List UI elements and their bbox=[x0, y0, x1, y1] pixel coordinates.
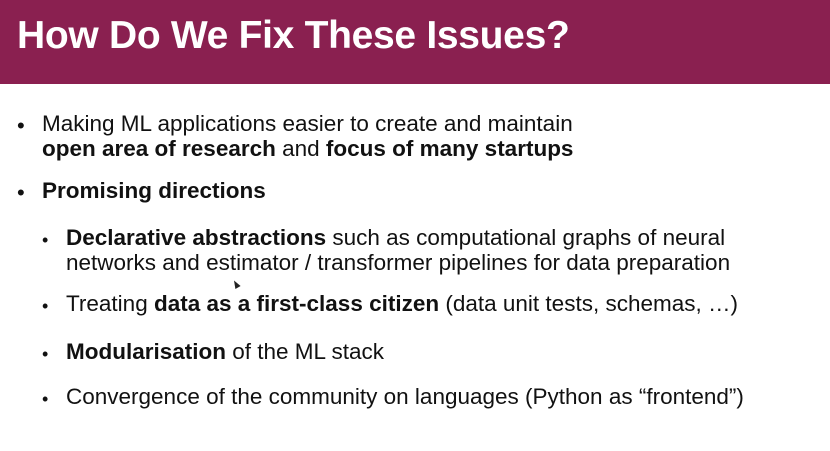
bullet-icon: • bbox=[17, 113, 25, 138]
bold-data-citizen: data as a first-class citizen bbox=[153, 291, 440, 316]
slide-title: How Do We Fix These Issues? bbox=[17, 14, 570, 57]
bullet-icon: • bbox=[17, 180, 25, 205]
sub-declarative: Declarative abstractions such as computa… bbox=[66, 225, 725, 251]
bold-open-area: open area of research bbox=[42, 136, 276, 161]
data-citizen-pre: Treating bbox=[66, 291, 154, 316]
modularisation-rest: of the ML stack bbox=[226, 339, 384, 364]
sub-bullet-icon: • bbox=[42, 230, 49, 250]
point-making-ml-line1: Making ML applications easier to create … bbox=[42, 111, 573, 136]
point-making-ml-line2: open area of research and focus of many … bbox=[42, 136, 573, 162]
sub-bullet-icon: • bbox=[42, 344, 49, 364]
conjunction-text: and bbox=[275, 136, 326, 161]
declarative-rest: such as computational graphs of neural bbox=[326, 225, 726, 250]
bold-modularisation: Modularisation bbox=[66, 339, 227, 364]
bold-focus-startups: focus of many startups bbox=[325, 136, 574, 161]
sub-data-citizen: Treating data as a first-class citizen (… bbox=[66, 291, 738, 317]
sub-bullet-icon: • bbox=[42, 389, 49, 409]
convergence-text: Convergence of the community on language… bbox=[66, 384, 744, 409]
declarative-line2-text: networks and estimator / transformer pip… bbox=[66, 250, 731, 275]
promising-directions-label: Promising directions bbox=[42, 178, 266, 203]
sub-convergence: Convergence of the community on language… bbox=[66, 384, 744, 410]
mouse-cursor-icon bbox=[231, 279, 241, 289]
sub-modularisation: Modularisation of the ML stack bbox=[66, 339, 384, 365]
sub-bullet-icon: • bbox=[42, 296, 49, 316]
point-promising-directions: Promising directions bbox=[42, 178, 266, 204]
data-citizen-rest: (data unit tests, schemas, …) bbox=[439, 291, 738, 316]
point-making-ml: Making ML applications easier to create … bbox=[42, 111, 573, 137]
bold-declarative: Declarative abstractions bbox=[66, 225, 327, 250]
title-bar: How Do We Fix These Issues? bbox=[0, 0, 830, 84]
sub-declarative-line2: networks and estimator / transformer pip… bbox=[66, 250, 730, 276]
